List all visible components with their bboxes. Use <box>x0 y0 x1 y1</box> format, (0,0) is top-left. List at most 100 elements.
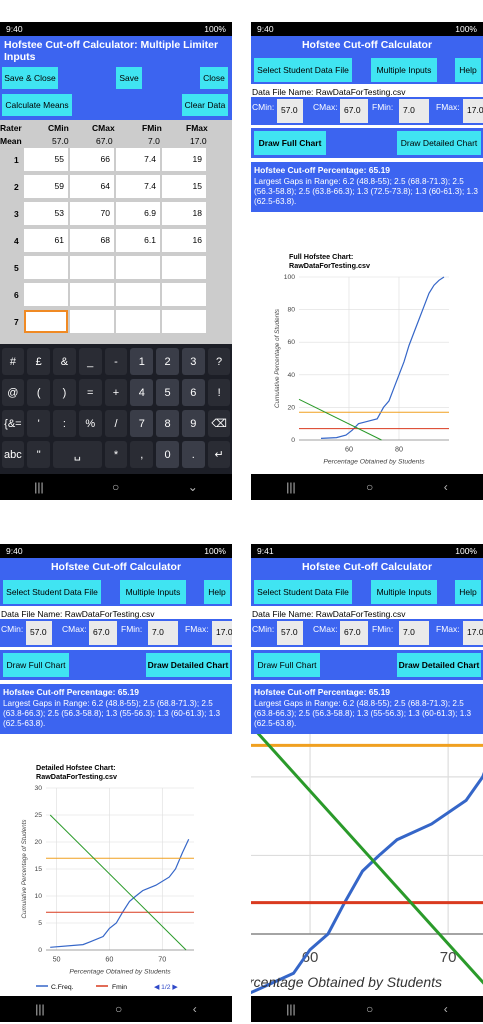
clear-data-button[interactable]: Clear Data <box>182 94 228 116</box>
save-close-button[interactable]: Save & Close <box>2 67 58 89</box>
select-file-button[interactable]: Select Student Data File <box>254 58 352 82</box>
recent-apps-icon[interactable]: ||| <box>35 1002 44 1016</box>
table-cell[interactable] <box>116 283 160 306</box>
keyboard-key[interactable]: - <box>104 348 128 375</box>
table-cell[interactable] <box>70 256 114 279</box>
keyboard-key[interactable]: + <box>104 379 128 406</box>
back-icon[interactable]: ‹ <box>444 1002 448 1016</box>
fmin-field[interactable]: 7.0 <box>399 621 429 645</box>
keyboard-key[interactable]: = <box>78 379 102 406</box>
keyboard-key[interactable]: % <box>78 410 102 437</box>
calculate-means-button[interactable]: Calculate Means <box>2 94 72 116</box>
home-icon[interactable]: ○ <box>366 1002 373 1016</box>
fmax-field[interactable]: 17.0 <box>463 99 483 123</box>
keyboard-key[interactable]: : <box>53 410 76 437</box>
table-cell[interactable]: 64 <box>70 175 114 198</box>
table-cell[interactable]: 7.4 <box>116 148 160 171</box>
draw-full-chart-button[interactable]: Draw Full Chart <box>254 131 326 155</box>
table-cell[interactable]: 70 <box>70 202 114 225</box>
keyboard-key[interactable]: 0 <box>156 441 179 468</box>
draw-detailed-chart-button[interactable]: Draw Detailed Chart <box>146 653 230 677</box>
cmax-field[interactable]: 67.0 <box>89 621 117 645</box>
keyboard-key[interactable]: ? <box>207 348 231 375</box>
cmin-field[interactable]: 57.0 <box>26 621 52 645</box>
keyboard-key[interactable]: 3 <box>181 348 205 375</box>
table-cell[interactable]: 59 <box>24 175 68 198</box>
keyboard-key[interactable]: " <box>27 441 51 468</box>
cmax-field[interactable]: 67.0 <box>340 621 368 645</box>
multiple-inputs-button[interactable]: Multiple Inputs <box>371 58 437 82</box>
keyboard-key[interactable]: 1 <box>130 348 154 375</box>
keyboard-key[interactable]: ' <box>27 410 51 437</box>
keyboard-key[interactable]: 5 <box>156 379 179 406</box>
back-icon[interactable]: ‹ <box>193 1002 197 1016</box>
table-cell[interactable] <box>24 256 68 279</box>
keyboard-key[interactable]: 4 <box>130 379 154 406</box>
keyboard-key[interactable]: 8 <box>156 410 179 437</box>
table-cell[interactable]: 53 <box>24 202 68 225</box>
fmin-field[interactable]: 7.0 <box>399 99 429 123</box>
keyboard-key[interactable]: , <box>130 441 154 468</box>
draw-detailed-chart-button[interactable]: Draw Detailed Chart <box>397 653 481 677</box>
help-button[interactable]: Help <box>455 58 481 82</box>
table-cell[interactable] <box>162 256 206 279</box>
fmax-field[interactable]: 17.0 <box>212 621 232 645</box>
help-button[interactable]: Help <box>455 580 481 604</box>
table-cell[interactable] <box>70 283 114 306</box>
keyboard-key[interactable]: ( <box>27 379 51 406</box>
table-cell[interactable] <box>162 310 206 333</box>
back-icon[interactable]: ‹ <box>444 480 448 494</box>
keyboard-key[interactable]: . <box>181 441 205 468</box>
recent-apps-icon[interactable]: ||| <box>286 480 295 494</box>
table-cell[interactable] <box>116 310 160 333</box>
multiple-inputs-button[interactable]: Multiple Inputs <box>120 580 186 604</box>
select-file-button[interactable]: Select Student Data File <box>3 580 101 604</box>
home-icon[interactable]: ○ <box>115 1002 122 1016</box>
keyboard-key[interactable]: ) <box>53 379 76 406</box>
keyboard-key[interactable]: ⌫ <box>207 410 231 437</box>
keyboard-key[interactable]: 6 <box>181 379 205 406</box>
keyboard-key[interactable]: 9 <box>181 410 205 437</box>
chevron-down-icon[interactable]: ⌄ <box>188 480 198 494</box>
save-button[interactable]: Save <box>116 67 142 89</box>
table-cell[interactable]: 55 <box>24 148 68 171</box>
keyboard-key[interactable]: ! <box>207 379 231 406</box>
table-cell[interactable]: 68 <box>70 229 114 252</box>
cmin-field[interactable]: 57.0 <box>277 621 303 645</box>
table-cell[interactable] <box>70 310 114 333</box>
table-cell[interactable]: 61 <box>24 229 68 252</box>
keyboard-key[interactable]: £ <box>27 348 51 375</box>
table-cell[interactable]: 16 <box>162 229 206 252</box>
keyboard-key[interactable]: 7 <box>130 410 154 437</box>
table-cell[interactable]: 66 <box>70 148 114 171</box>
cmin-field[interactable]: 57.0 <box>277 99 303 123</box>
close-button[interactable]: Close <box>200 67 228 89</box>
table-cell[interactable]: 19 <box>162 148 206 171</box>
table-cell[interactable] <box>24 283 68 306</box>
home-icon[interactable]: ○ <box>366 480 373 494</box>
table-cell[interactable]: 6.9 <box>116 202 160 225</box>
table-cell[interactable]: 18 <box>162 202 206 225</box>
draw-detailed-chart-button[interactable]: Draw Detailed Chart <box>397 131 481 155</box>
home-icon[interactable]: ○ <box>112 480 119 494</box>
help-button[interactable]: Help <box>204 580 230 604</box>
keyboard-key[interactable]: & <box>53 348 76 375</box>
keyboard-key[interactable]: {&= <box>1 410 25 437</box>
table-cell[interactable] <box>24 310 68 333</box>
keyboard-key[interactable]: @ <box>1 379 25 406</box>
draw-full-chart-button[interactable]: Draw Full Chart <box>3 653 69 677</box>
fmax-field[interactable]: 17.0 <box>463 621 483 645</box>
table-cell[interactable] <box>162 283 206 306</box>
cmax-field[interactable]: 67.0 <box>340 99 368 123</box>
keyboard-key[interactable]: 2 <box>156 348 179 375</box>
table-cell[interactable]: 7.4 <box>116 175 160 198</box>
keyboard-key[interactable]: _ <box>78 348 102 375</box>
recent-apps-icon[interactable]: ||| <box>286 1002 295 1016</box>
keyboard-key[interactable]: * <box>104 441 128 468</box>
keyboard-key[interactable]: abc <box>1 441 25 468</box>
table-cell[interactable]: 6.1 <box>116 229 160 252</box>
multiple-inputs-button[interactable]: Multiple Inputs <box>371 580 437 604</box>
recent-apps-icon[interactable]: ||| <box>34 480 43 494</box>
keyboard-key[interactable]: ↵ <box>207 441 231 468</box>
select-file-button[interactable]: Select Student Data File <box>254 580 352 604</box>
